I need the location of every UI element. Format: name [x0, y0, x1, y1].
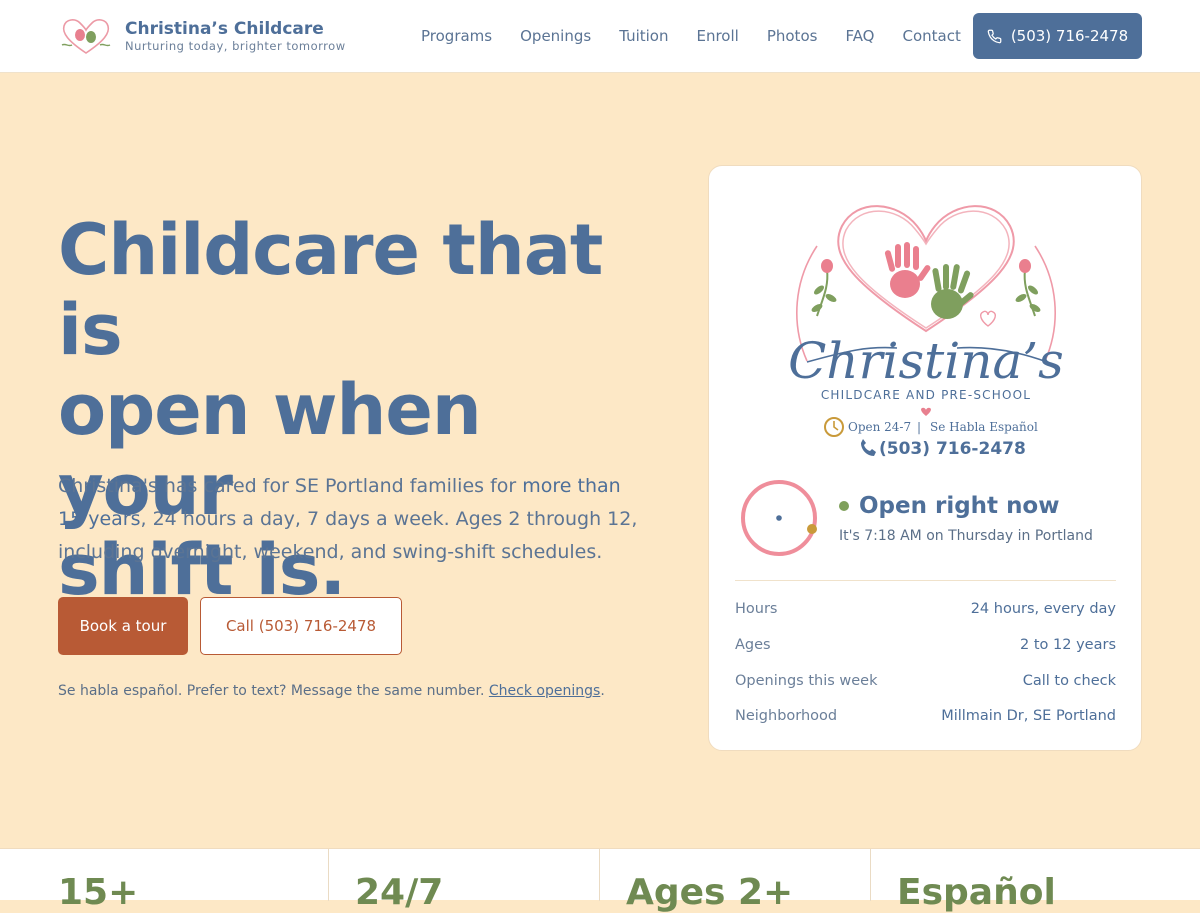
- hero-subtitle-pre: Christina's has cared for SE Portland fa…: [58, 475, 523, 497]
- nav-tuition[interactable]: Tuition: [619, 25, 668, 47]
- info-label: Neighborhood: [735, 708, 838, 724]
- stat-divider: [599, 849, 600, 901]
- nav-faq[interactable]: FAQ: [845, 25, 874, 47]
- logo-script-name: Christina’s: [788, 332, 1064, 390]
- nav-openings[interactable]: Openings: [520, 25, 591, 47]
- site-header: Christina’s Childcare Nurturing today, b…: [0, 0, 1200, 73]
- nav-enroll[interactable]: Enroll: [696, 25, 738, 47]
- hero-title-line-1: Childcare that is: [58, 209, 603, 371]
- stat-divider: [328, 849, 329, 901]
- status-dot-icon: [839, 501, 849, 511]
- info-row-ages: Ages 2 to 12 years: [735, 635, 1116, 655]
- info-card: Christina’s CHILDCARE AND PRE-SCHOOL Ope…: [708, 165, 1142, 751]
- info-label: Ages: [735, 637, 771, 653]
- christinas-logo-icon: Christina’s CHILDCARE AND PRE-SCHOOL Ope…: [788, 205, 1064, 459]
- logo-subtitle: CHILDCARE AND PRE-SCHOOL: [821, 388, 1031, 402]
- brand-tagline: Nurturing today, brighter tomorrow: [125, 39, 346, 53]
- info-value: 24 hours, every day: [970, 601, 1116, 617]
- hero-note-text: Se habla español. Prefer to text? Messag…: [58, 683, 489, 699]
- nav-contact[interactable]: Contact: [903, 25, 961, 47]
- brand-name: Christina’s Childcare: [125, 19, 324, 39]
- open-status: Open right now It's 7:18 AM on Thursday …: [839, 491, 1093, 544]
- brand[interactable]: Christina’s Childcare Nurturing today, b…: [58, 15, 346, 57]
- info-label: Hours: [735, 601, 778, 617]
- info-label: Openings this week: [735, 673, 878, 689]
- book-tour-button[interactable]: Book a tour: [58, 597, 188, 655]
- status-title: Open right now: [859, 493, 1060, 519]
- logo-separator: |: [917, 420, 921, 434]
- info-row-openings: Openings this week Call to check: [735, 671, 1116, 691]
- call-button[interactable]: Call (503) 716-2478: [200, 597, 402, 655]
- info-row-hours: Hours 24 hours, every day: [735, 599, 1116, 619]
- status-time: It's 7:18 AM on Thursday in Portland: [839, 528, 1093, 544]
- logo-phone-text: (503) 716-2478: [879, 439, 1026, 459]
- stats-strip: 15+ 24/7 Ages 2+ Español: [0, 848, 1200, 913]
- hero-note-end: .: [600, 683, 605, 699]
- info-row-neighborhood: Neighborhood Millmain Dr, SE Portland: [735, 706, 1116, 726]
- info-value: 2 to 12 years: [1020, 637, 1116, 653]
- main-nav: Programs Openings Tuition Enroll Photos …: [421, 25, 989, 47]
- stat-divider: [870, 849, 871, 901]
- card-divider: [735, 580, 1116, 581]
- hero-subtitle: Christina's has cared for SE Portland fa…: [58, 470, 638, 569]
- check-openings-link[interactable]: Check openings: [489, 683, 600, 699]
- nav-photos[interactable]: Photos: [767, 25, 818, 47]
- hero-subtitle-post: , 24 hours a day, 7 days a week. Ages 2 …: [58, 508, 638, 563]
- brand-logo-icon: [61, 19, 111, 54]
- logo-open-text: Open 24-7: [848, 420, 911, 434]
- stat-hours: 24/7: [355, 872, 444, 913]
- info-value: Millmain Dr, SE Portland: [941, 708, 1116, 724]
- stat-years: 15+: [58, 872, 139, 913]
- phone-icon: [987, 29, 1002, 43]
- stat-ages: Ages 2+: [626, 872, 794, 913]
- nav-programs[interactable]: Programs: [421, 25, 492, 47]
- phone-button-label: (503) 716-2478: [1010, 27, 1129, 45]
- hero-note: Se habla español. Prefer to text? Messag…: [58, 683, 605, 699]
- call-phone-button[interactable]: (503) 716-2478: [973, 13, 1142, 59]
- clock-icon: [741, 480, 817, 556]
- logo-spanish-text: Se Habla Español: [930, 420, 1038, 434]
- stat-language: Español: [897, 872, 1056, 913]
- info-value: Call to check: [1022, 673, 1116, 689]
